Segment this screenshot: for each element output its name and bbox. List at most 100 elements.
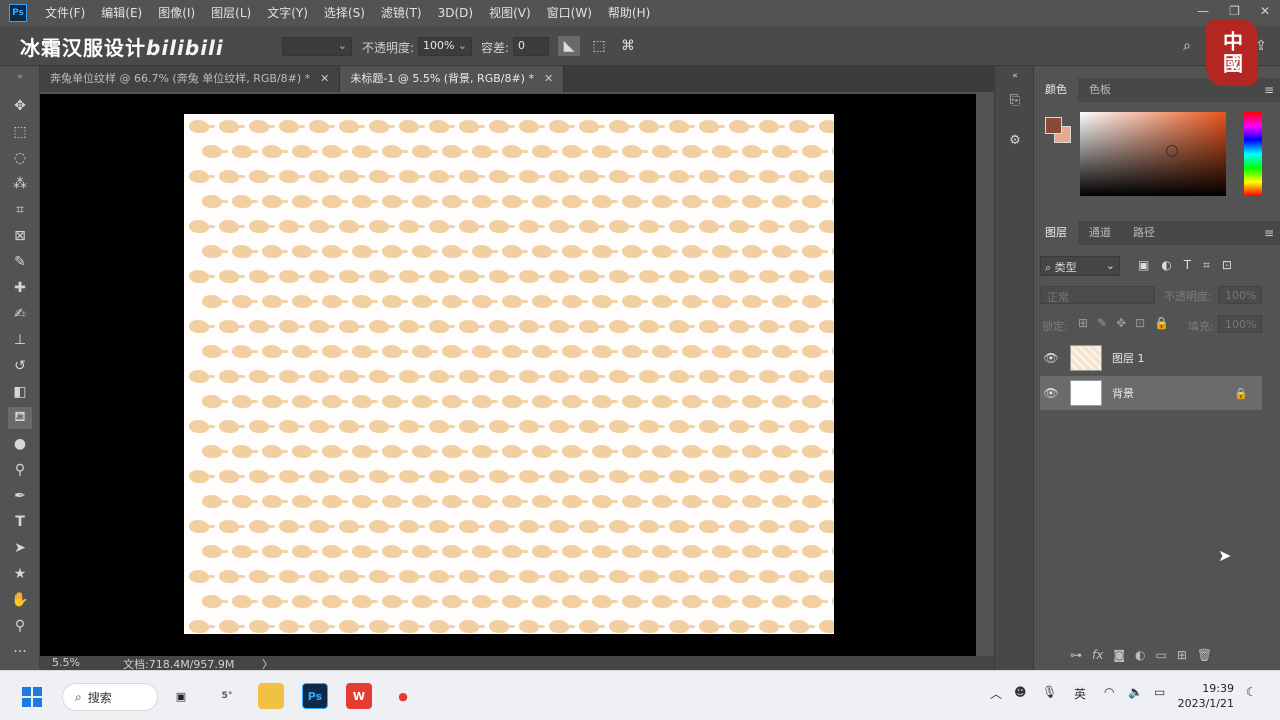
eraser-tool-icon[interactable]: ◧: [8, 381, 32, 403]
eye-icon[interactable]: 👁: [1040, 351, 1062, 365]
frame-tool-icon[interactable]: ⊠: [8, 225, 32, 247]
fill-input[interactable]: 100%: [1218, 315, 1262, 333]
recorder-icon[interactable]: ●: [390, 683, 416, 709]
minimize-icon[interactable]: —: [1197, 4, 1209, 18]
menu-3d[interactable]: 3D(D): [430, 0, 481, 26]
tab-swatches[interactable]: 色板: [1078, 78, 1122, 102]
all-layers-icon[interactable]: ⌘: [617, 36, 639, 56]
stamp-tool-icon[interactable]: ⊥: [8, 329, 32, 351]
layer-filter-dropdown[interactable]: ⌕ 类型 ⌄: [1040, 256, 1120, 276]
crop-tool-icon[interactable]: ⌗: [8, 199, 32, 221]
menu-select[interactable]: 选择(S): [316, 0, 373, 26]
tab-channels[interactable]: 通道: [1078, 221, 1122, 245]
layer-row[interactable]: 👁 图层 1: [1040, 341, 1262, 375]
paint-bucket-tool-icon[interactable]: ⛾: [8, 407, 32, 429]
notification-icon[interactable]: ☾: [1246, 685, 1257, 699]
menu-help[interactable]: 帮助(H): [600, 0, 658, 26]
healing-tool-icon[interactable]: ✚: [8, 277, 32, 299]
trash-icon[interactable]: 🗑: [1197, 648, 1212, 662]
hand-tool-icon[interactable]: ✋: [8, 589, 32, 611]
menu-edit[interactable]: 编辑(E): [93, 0, 150, 26]
menu-layer[interactable]: 图层(L): [203, 0, 259, 26]
photoshop-taskbar-icon[interactable]: Ps: [302, 683, 328, 709]
mask-icon[interactable]: ◙: [1113, 648, 1125, 662]
link-icon[interactable]: ⊶: [1070, 648, 1082, 662]
menu-filter[interactable]: 滤镜(T): [373, 0, 430, 26]
windows-start-icon[interactable]: [22, 687, 42, 707]
task-view-icon[interactable]: ▣: [168, 683, 194, 709]
group-icon[interactable]: ▭: [1155, 648, 1166, 662]
volume-icon[interactable]: 🔈: [1128, 685, 1143, 699]
search-icon[interactable]: ⌕: [1176, 36, 1198, 56]
microphone-icon[interactable]: 🎙: [1042, 685, 1057, 699]
eyedropper-tool-icon[interactable]: ✎: [8, 251, 32, 273]
adjustment-icon[interactable]: ◐: [1135, 648, 1145, 662]
opacity-input[interactable]: 100% ⌄: [418, 37, 472, 56]
blur-tool-icon[interactable]: ●: [8, 433, 32, 455]
tab-untitled[interactable]: 未标题-1 @ 5.5% (背景, RGB/8#) * ✕: [340, 66, 565, 92]
marquee-tool-icon[interactable]: ⬚: [8, 121, 32, 143]
tab-paths[interactable]: 路径: [1122, 221, 1166, 245]
color-picker-cursor[interactable]: [1166, 145, 1178, 157]
taskbar-search[interactable]: ⌕ 搜索: [62, 683, 158, 711]
panel-menu-icon[interactable]: ≡: [1264, 226, 1274, 240]
path-select-tool-icon[interactable]: ➤: [8, 537, 32, 559]
hue-slider[interactable]: [1244, 112, 1262, 196]
lasso-tool-icon[interactable]: ◌: [8, 147, 32, 169]
history-panel-icon[interactable]: ⎘: [1005, 90, 1025, 110]
close-icon[interactable]: ✕: [1260, 4, 1270, 18]
contiguous-icon[interactable]: ⬚: [588, 36, 610, 56]
ime-indicator[interactable]: 英: [1074, 685, 1086, 702]
antialias-icon[interactable]: ◣: [558, 36, 580, 56]
close-icon[interactable]: ✕: [544, 66, 553, 92]
menu-image[interactable]: 图像(I): [150, 0, 203, 26]
tab-layers[interactable]: 图层: [1034, 221, 1078, 245]
brush-tool-icon[interactable]: ✍: [8, 303, 32, 325]
type-tool-icon[interactable]: T: [8, 511, 32, 533]
pen-tool-icon[interactable]: ✒: [8, 485, 32, 507]
file-explorer-icon[interactable]: [258, 683, 284, 709]
close-icon[interactable]: ✕: [320, 66, 329, 92]
canvas-area[interactable]: [40, 94, 976, 656]
more-tools-icon[interactable]: ···: [8, 641, 32, 663]
tab-color[interactable]: 颜色: [1034, 78, 1078, 102]
properties-panel-icon[interactable]: ⚙: [1005, 130, 1025, 150]
eye-icon[interactable]: 👁: [1040, 386, 1062, 400]
restore-icon[interactable]: ❐: [1229, 4, 1240, 18]
menu-file[interactable]: 文件(F): [37, 0, 93, 26]
new-layer-icon[interactable]: ⊞: [1177, 648, 1187, 662]
tolerance-input[interactable]: 0: [513, 37, 549, 56]
battery-icon[interactable]: ▭: [1154, 685, 1165, 699]
lock-icons[interactable]: ⊞✎✥⊡🔒: [1078, 316, 1178, 330]
tray-expand-icon[interactable]: ︿: [990, 685, 1002, 702]
magic-wand-tool-icon[interactable]: ⁂: [8, 173, 32, 195]
dodge-tool-icon[interactable]: ⚲: [8, 459, 32, 481]
wps-icon[interactable]: W: [346, 683, 372, 709]
pattern-motif: [276, 167, 305, 185]
menu-view[interactable]: 视图(V): [481, 0, 539, 26]
history-brush-tool-icon[interactable]: ↺: [8, 355, 32, 377]
system-clock[interactable]: 19:39 2023/1/21: [1178, 681, 1234, 711]
blend-mode-dropdown[interactable]: 正常: [1040, 286, 1155, 304]
fx-icon[interactable]: fx: [1092, 648, 1103, 662]
menu-window[interactable]: 窗口(W): [539, 0, 600, 26]
weather-icon[interactable]: 5°: [214, 683, 240, 709]
tab-unit-pattern[interactable]: 奔兔单位纹样 @ 66.7% (奔兔 单位纹样, RGB/8#) * ✕: [40, 66, 341, 92]
layer-row[interactable]: 👁 背景 🔒: [1040, 376, 1262, 410]
layer-opacity-input[interactable]: 100%: [1218, 286, 1262, 304]
toolbar-collapse-icon[interactable]: »: [8, 66, 32, 88]
panel-menu-icon[interactable]: ≡: [1264, 83, 1274, 97]
document-canvas[interactable]: [184, 114, 834, 634]
menu-type[interactable]: 文字(Y): [259, 0, 316, 26]
qq-icon[interactable]: ☻: [1014, 685, 1027, 699]
layer-filter-icons[interactable]: ▣◐T⌗⊡: [1138, 258, 1244, 273]
zoom-level[interactable]: 5.5%: [52, 656, 80, 669]
mode-dropdown[interactable]: ⌄: [282, 37, 352, 56]
shape-tool-icon[interactable]: ★: [8, 563, 32, 585]
move-tool-icon[interactable]: ✥: [8, 95, 32, 117]
zoom-tool-icon[interactable]: ⚲: [8, 615, 32, 637]
expand-panels-icon[interactable]: «: [1005, 66, 1025, 86]
color-picker-field[interactable]: [1080, 112, 1226, 196]
wifi-icon[interactable]: ◠: [1104, 685, 1114, 699]
foreground-color-swatch[interactable]: [1045, 117, 1062, 134]
